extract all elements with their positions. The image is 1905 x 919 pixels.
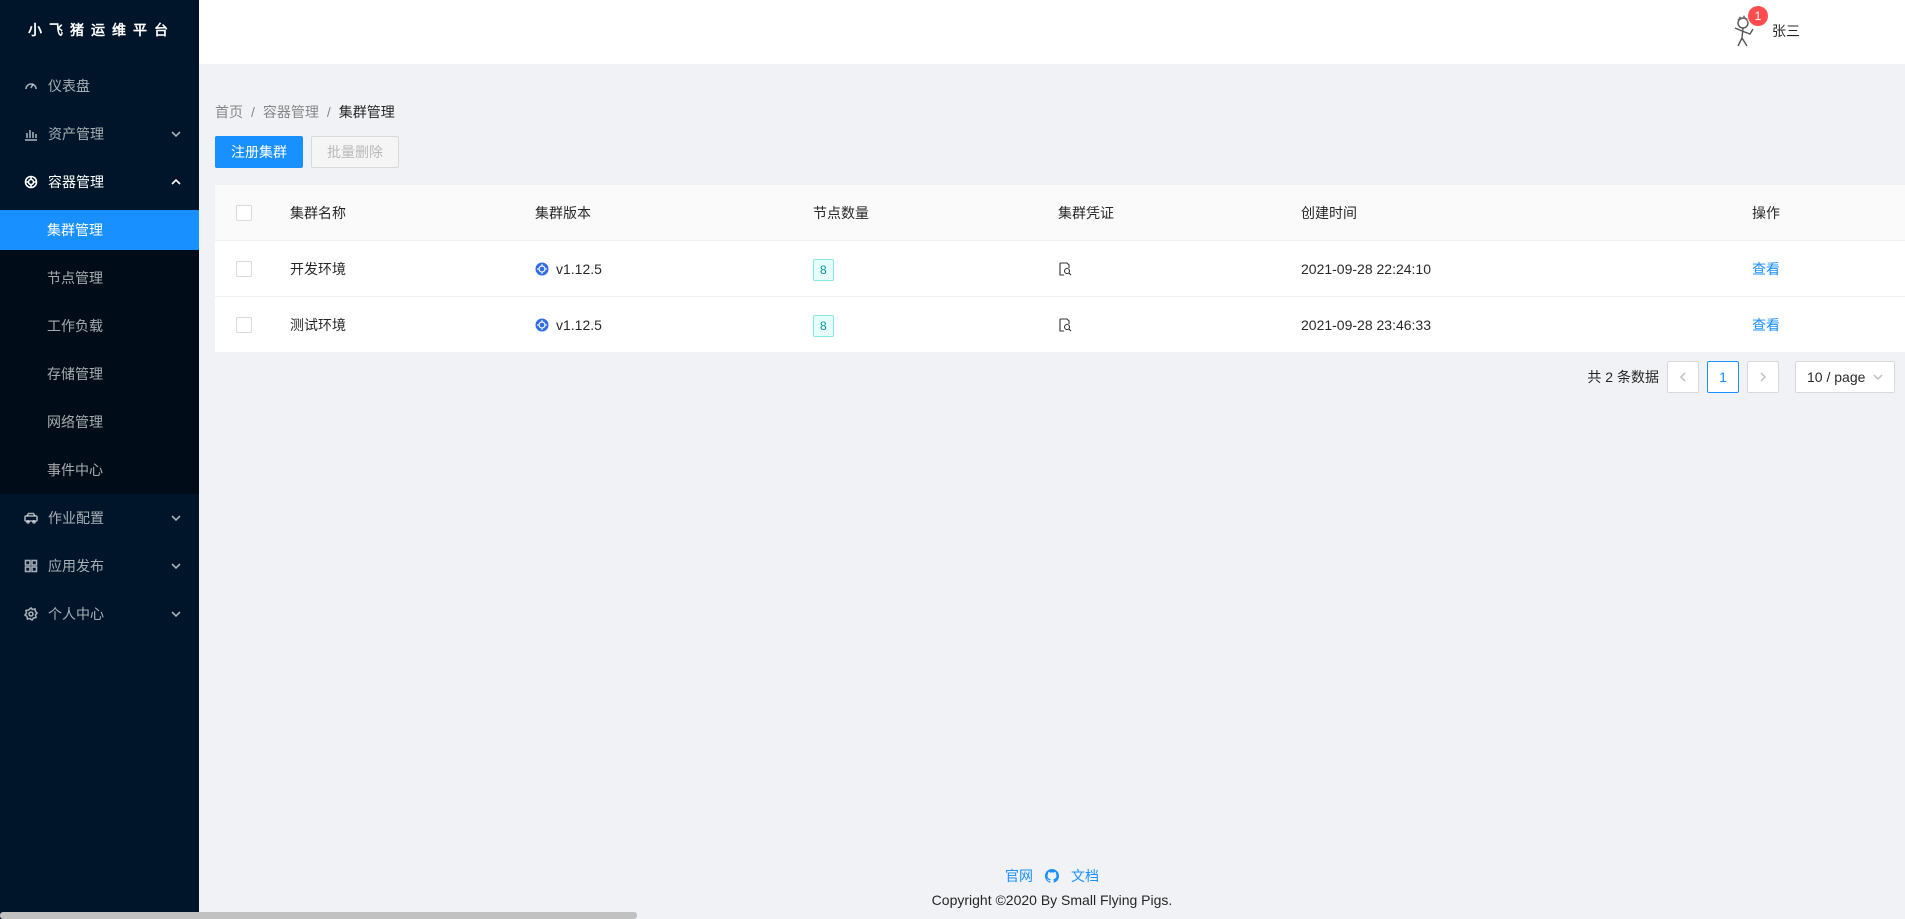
sidebar-item-label: 个人中心 (48, 606, 104, 622)
chevron-down-icon (171, 542, 181, 590)
prev-page-button[interactable] (1667, 361, 1699, 393)
docs-link[interactable]: 文档 (1071, 866, 1099, 886)
github-icon[interactable] (1045, 869, 1059, 883)
table-row: 测试环境 v1.12.5 8 2021-09-28 23:46:33 查看 (215, 297, 1905, 353)
cluster-name: 测试环境 (290, 317, 346, 333)
footer: 官网 文档 Copyright ©2020 By Small Flying Pi… (199, 866, 1905, 908)
column-header: 操作 (1752, 205, 1780, 221)
app-logo: 小飞猪运维平台 (28, 22, 175, 38)
cluster-version: v1.12.5 (535, 297, 602, 353)
node-count-tag: 8 (813, 259, 834, 282)
sidebar-item-label: 作业配置 (48, 510, 104, 526)
breadcrumb-separator: / (251, 104, 255, 120)
container-submenu: 集群管理 节点管理 工作负载 存储管理 网络管理 事件中心 (0, 210, 199, 494)
batch-delete-button[interactable]: 批量删除 (311, 136, 399, 168)
chevron-right-icon (1760, 372, 1767, 382)
cluster-name: 开发环境 (290, 261, 346, 277)
breadcrumb-separator: / (326, 104, 331, 120)
created-time: 2021-09-28 23:46:33 (1301, 317, 1431, 333)
register-cluster-button[interactable]: 注册集群 (215, 136, 303, 168)
sidebar-item-clusters[interactable]: 集群管理 (0, 210, 199, 250)
credential-cell (1058, 241, 1072, 297)
sidebar-item-storage[interactable]: 存储管理 (0, 350, 199, 398)
column-header: 节点数量 (813, 205, 869, 221)
cluster-version: v1.12.5 (535, 241, 602, 297)
select-all-checkbox[interactable] (236, 205, 252, 221)
bar-chart-icon (24, 127, 38, 141)
sidebar-item-label: 应用发布 (48, 558, 104, 574)
setting-icon (24, 607, 38, 621)
view-link[interactable]: 查看 (1752, 241, 1780, 297)
sidebar-item-profile[interactable]: 个人中心 (0, 590, 199, 638)
chevron-up-icon (171, 158, 181, 206)
row-checkbox[interactable] (236, 317, 252, 333)
node-count: 8 (813, 241, 834, 297)
file-search-icon[interactable] (1058, 318, 1072, 332)
chevron-left-icon (1679, 372, 1686, 382)
sidebar-item-nodes[interactable]: 节点管理 (0, 254, 199, 302)
copyright-text: Copyright ©2020 By Small Flying Pigs. (931, 892, 1173, 908)
sidebar-item-events[interactable]: 事件中心 (0, 446, 199, 494)
node-count-tag: 8 (813, 315, 834, 338)
next-page-button[interactable] (1747, 361, 1779, 393)
kubernetes-icon (535, 318, 549, 332)
breadcrumb-home[interactable]: 首页 (215, 102, 243, 122)
notification-badge: 1 (1748, 6, 1768, 26)
page-size-value: 10 / page (1807, 369, 1866, 385)
apps-icon (24, 559, 38, 573)
pagination: 共 2 条数据 1 10 / page (1587, 361, 1895, 393)
sidebar-item-containers[interactable]: 容器管理 (0, 158, 199, 206)
sidebar-item-network[interactable]: 网络管理 (0, 398, 199, 446)
breadcrumb-containers[interactable]: 容器管理 (263, 102, 319, 122)
version-text: v1.12.5 (556, 317, 602, 333)
version-text: v1.12.5 (556, 261, 602, 277)
page-number[interactable]: 1 (1707, 361, 1739, 393)
column-header: 创建时间 (1301, 205, 1357, 221)
footer-links: 官网 文档 (199, 866, 1905, 886)
cluster-table: 集群名称 集群版本 节点数量 集群凭证 创建时间 操作 开发环境 v1.12.5… (215, 185, 1905, 353)
node-count: 8 (813, 297, 834, 353)
pagination-total: 共 2 条数据 (1587, 369, 1659, 385)
username[interactable]: 张三 (1772, 21, 1800, 41)
sidebar-item-deploy[interactable]: 应用发布 (0, 542, 199, 590)
top-header: 1 张三 (199, 0, 1905, 64)
view-link[interactable]: 查看 (1752, 297, 1780, 353)
horizontal-scrollbar[interactable] (0, 912, 637, 919)
sidebar-item-jobs[interactable]: 作业配置 (0, 494, 199, 542)
sidebar-item-label: 容器管理 (48, 174, 104, 190)
sidebar-item-workloads[interactable]: 工作负载 (0, 302, 199, 350)
chevron-down-icon (171, 494, 181, 542)
chevron-down-icon (1873, 374, 1883, 381)
credential-cell (1058, 297, 1072, 353)
sidebar-item-label: 资产管理 (48, 126, 104, 142)
column-header: 集群版本 (535, 205, 591, 221)
row-checkbox[interactable] (236, 261, 252, 277)
sidebar-item-label: 仪表盘 (48, 78, 90, 94)
breadcrumb-current: 集群管理 (338, 104, 395, 120)
dashboard-icon (24, 79, 38, 93)
sidebar-item-assets[interactable]: 资产管理 (0, 110, 199, 158)
sidebar: 小飞猪运维平台 仪表盘 资产管理 容器管理 集群管理 节点管理 工作负载 存储管… (0, 0, 199, 919)
file-search-icon[interactable] (1058, 262, 1072, 276)
created-time: 2021-09-28 22:24:10 (1301, 261, 1431, 277)
chevron-down-icon (171, 110, 181, 158)
container-icon (24, 175, 38, 189)
official-site-link[interactable]: 官网 (1005, 866, 1033, 886)
column-header: 集群凭证 (1058, 205, 1114, 221)
sidebar-item-dashboard[interactable]: 仪表盘 (0, 62, 199, 110)
table-header-row: 集群名称 集群版本 节点数量 集群凭证 创建时间 操作 (215, 185, 1905, 241)
kubernetes-icon (535, 262, 549, 276)
column-header: 集群名称 (290, 205, 346, 221)
chevron-down-icon (171, 590, 181, 638)
car-icon (24, 511, 38, 525)
avatar[interactable]: 1 (1729, 6, 1768, 48)
table-row: 开发环境 v1.12.5 8 2021-09-28 22:24:10 查看 (215, 241, 1905, 297)
page-size-select[interactable]: 10 / page (1795, 361, 1895, 393)
breadcrumb: 首页 / 容器管理 / 集群管理 (215, 102, 395, 122)
